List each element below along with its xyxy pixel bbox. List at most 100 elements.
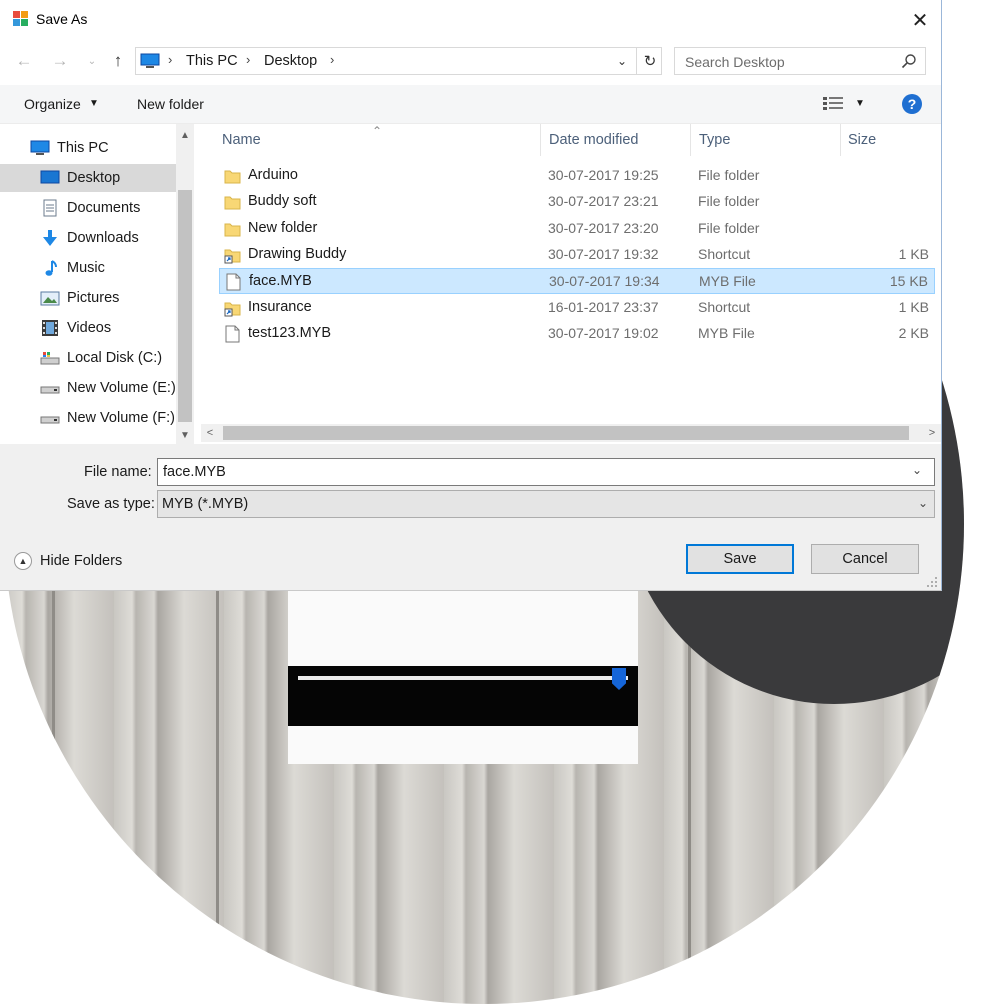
chevron-down-icon[interactable]: ⌄	[912, 463, 922, 477]
nav-item-label: New Volume (E:)	[67, 380, 176, 396]
caret-down-icon[interactable]: ▼	[855, 98, 865, 109]
file-size: 15 KB	[889, 273, 928, 290]
nav-item-this-pc[interactable]: This PC	[0, 134, 176, 162]
scroll-up-icon[interactable]: ▲	[176, 126, 194, 144]
column-header-date[interactable]: Date modified	[549, 124, 638, 156]
nav-item-label: Videos	[67, 320, 112, 336]
file-name: face.MYB	[249, 273, 312, 290]
file-row[interactable]: Arduino 30-07-2017 19:25 File folder	[219, 163, 935, 189]
close-icon: ✕	[911, 9, 929, 32]
shortcut-folder-icon	[224, 299, 241, 317]
file-name-input[interactable]	[157, 458, 935, 486]
music-icon	[40, 259, 60, 277]
computer-icon	[30, 139, 50, 157]
breadcrumb-desktop[interactable]: Desktop	[264, 53, 317, 69]
nav-item-documents[interactable]: Documents	[0, 194, 176, 222]
file-row[interactable]: Buddy soft 30-07-2017 23:21 File folder	[219, 189, 935, 215]
up-arrow-icon: ↑	[113, 51, 123, 70]
back-button[interactable]: ←	[12, 48, 36, 74]
file-date: 30-07-2017 19:34	[549, 273, 660, 290]
file-date: 16-01-2017 23:37	[548, 298, 659, 315]
chevron-down-icon: ⌄	[87, 55, 97, 67]
back-arrow-icon: ←	[15, 51, 33, 70]
refresh-button[interactable]: ↻	[636, 48, 663, 74]
file-name: Arduino	[248, 167, 298, 183]
nav-item-label: Local Disk (C:)	[67, 350, 163, 366]
window-title: Save As	[36, 11, 88, 27]
save-button[interactable]: Save	[686, 544, 794, 574]
column-header-type[interactable]: Type	[699, 124, 730, 156]
hide-folders-toggle[interactable]: ▲ Hide Folders	[14, 552, 122, 570]
drive-icon	[40, 379, 60, 397]
file-row[interactable]: face.MYB 30-07-2017 19:34 MYB File 15 KB	[219, 268, 935, 295]
file-size: 2 KB	[898, 324, 929, 341]
computer-icon	[140, 53, 160, 68]
nav-item-label: Downloads	[67, 230, 139, 246]
file-name: New folder	[248, 219, 318, 236]
file-type: MYB File	[699, 273, 756, 290]
horizontal-scrollbar[interactable]: < >	[201, 424, 941, 442]
nav-item-desktop[interactable]: Desktop	[0, 164, 176, 192]
file-row[interactable]: test123.MYB 30-07-2017 19:02 MYB File 2 KB	[219, 321, 935, 347]
breadcrumb-separator: ›	[246, 52, 251, 67]
search-box[interactable]: Search Desktop	[674, 47, 926, 75]
caret-down-icon: ▼	[89, 98, 99, 109]
hide-folders-label: Hide Folders	[40, 553, 123, 569]
new-folder-button[interactable]: New folder	[137, 96, 204, 112]
file-row[interactable]: New folder 30-07-2017 23:20 File folder	[219, 216, 935, 242]
videos-icon	[40, 319, 60, 337]
recent-locations-button[interactable]: ⌄	[80, 48, 104, 74]
nav-item-new-volume-e[interactable]: New Volume (E:)	[0, 374, 176, 402]
column-header-size[interactable]: Size	[848, 124, 876, 156]
close-button[interactable]: ✕	[900, 6, 940, 34]
file-row[interactable]: Drawing Buddy 30-07-2017 19:32 Shortcut 1 K…	[219, 242, 935, 268]
cancel-button[interactable]: Cancel	[811, 544, 919, 574]
nav-item-label: Music	[67, 260, 105, 276]
nav-item-videos[interactable]: Videos	[0, 314, 176, 342]
column-divider[interactable]	[540, 124, 541, 156]
save-type-select[interactable]: MYB (*.MYB) ⌄	[157, 490, 935, 518]
chevron-down-icon: ⌄	[616, 54, 628, 68]
app-icon	[13, 11, 28, 26]
nav-scrollbar[interactable]: ▲ ▼	[176, 124, 194, 444]
horizontal-scroll-thumb[interactable]	[223, 426, 909, 440]
address-bar[interactable]: › This PC › Desktop › ⌄ ↻	[135, 47, 662, 75]
navigation-pane: This PC Desktop Documents Downloads Music Pic…	[0, 124, 196, 444]
file-type: Shortcut	[698, 245, 751, 262]
nav-item-music[interactable]: Music	[0, 254, 176, 282]
shortcut-folder-icon	[224, 246, 241, 264]
file-icon	[224, 325, 241, 343]
file-list: ⌃ Name Date modified Type Size Arduino 30…	[197, 124, 941, 444]
nav-item-local-disk-c[interactable]: Local Disk (C:)	[0, 344, 176, 372]
save-type-value: MYB (*.MYB)	[162, 496, 249, 512]
address-dropdown[interactable]: ⌄	[612, 51, 632, 71]
column-divider[interactable]	[840, 124, 841, 156]
scroll-down-icon[interactable]: ▼	[176, 426, 194, 444]
documents-icon	[40, 199, 60, 217]
forward-button[interactable]: →	[48, 48, 72, 74]
up-button[interactable]: ↑	[106, 48, 130, 74]
column-divider[interactable]	[690, 124, 691, 156]
scroll-right-icon[interactable]: >	[923, 424, 941, 442]
breadcrumb-separator: ›	[330, 52, 335, 67]
nav-scroll-thumb[interactable]	[178, 190, 192, 422]
breadcrumb-this-pc[interactable]: This PC	[186, 53, 238, 69]
file-date: 30-07-2017 19:25	[548, 167, 659, 183]
file-type: File folder	[698, 193, 760, 210]
nav-item-label: This PC	[57, 140, 109, 156]
file-type: File folder	[698, 219, 760, 236]
nav-item-new-volume-f[interactable]: New Volume (F:)	[0, 404, 176, 432]
nav-item-label: Pictures	[67, 290, 120, 306]
organize-menu[interactable]: Organize	[24, 96, 81, 112]
file-name: test123.MYB	[248, 324, 332, 341]
scroll-left-icon[interactable]: <	[201, 424, 219, 442]
nav-item-downloads[interactable]: Downloads	[0, 224, 176, 252]
view-options-icon[interactable]	[822, 96, 844, 112]
file-size: 1 KB	[898, 298, 929, 315]
nav-item-pictures[interactable]: Pictures	[0, 284, 176, 312]
file-row[interactable]: Insurance 16-01-2017 23:37 Shortcut 1 KB	[219, 295, 935, 321]
resize-grip-icon[interactable]	[926, 576, 938, 588]
file-date: 30-07-2017 19:32	[548, 245, 659, 262]
help-button[interactable]: ?	[902, 94, 922, 114]
column-header-name[interactable]: Name	[222, 124, 261, 156]
